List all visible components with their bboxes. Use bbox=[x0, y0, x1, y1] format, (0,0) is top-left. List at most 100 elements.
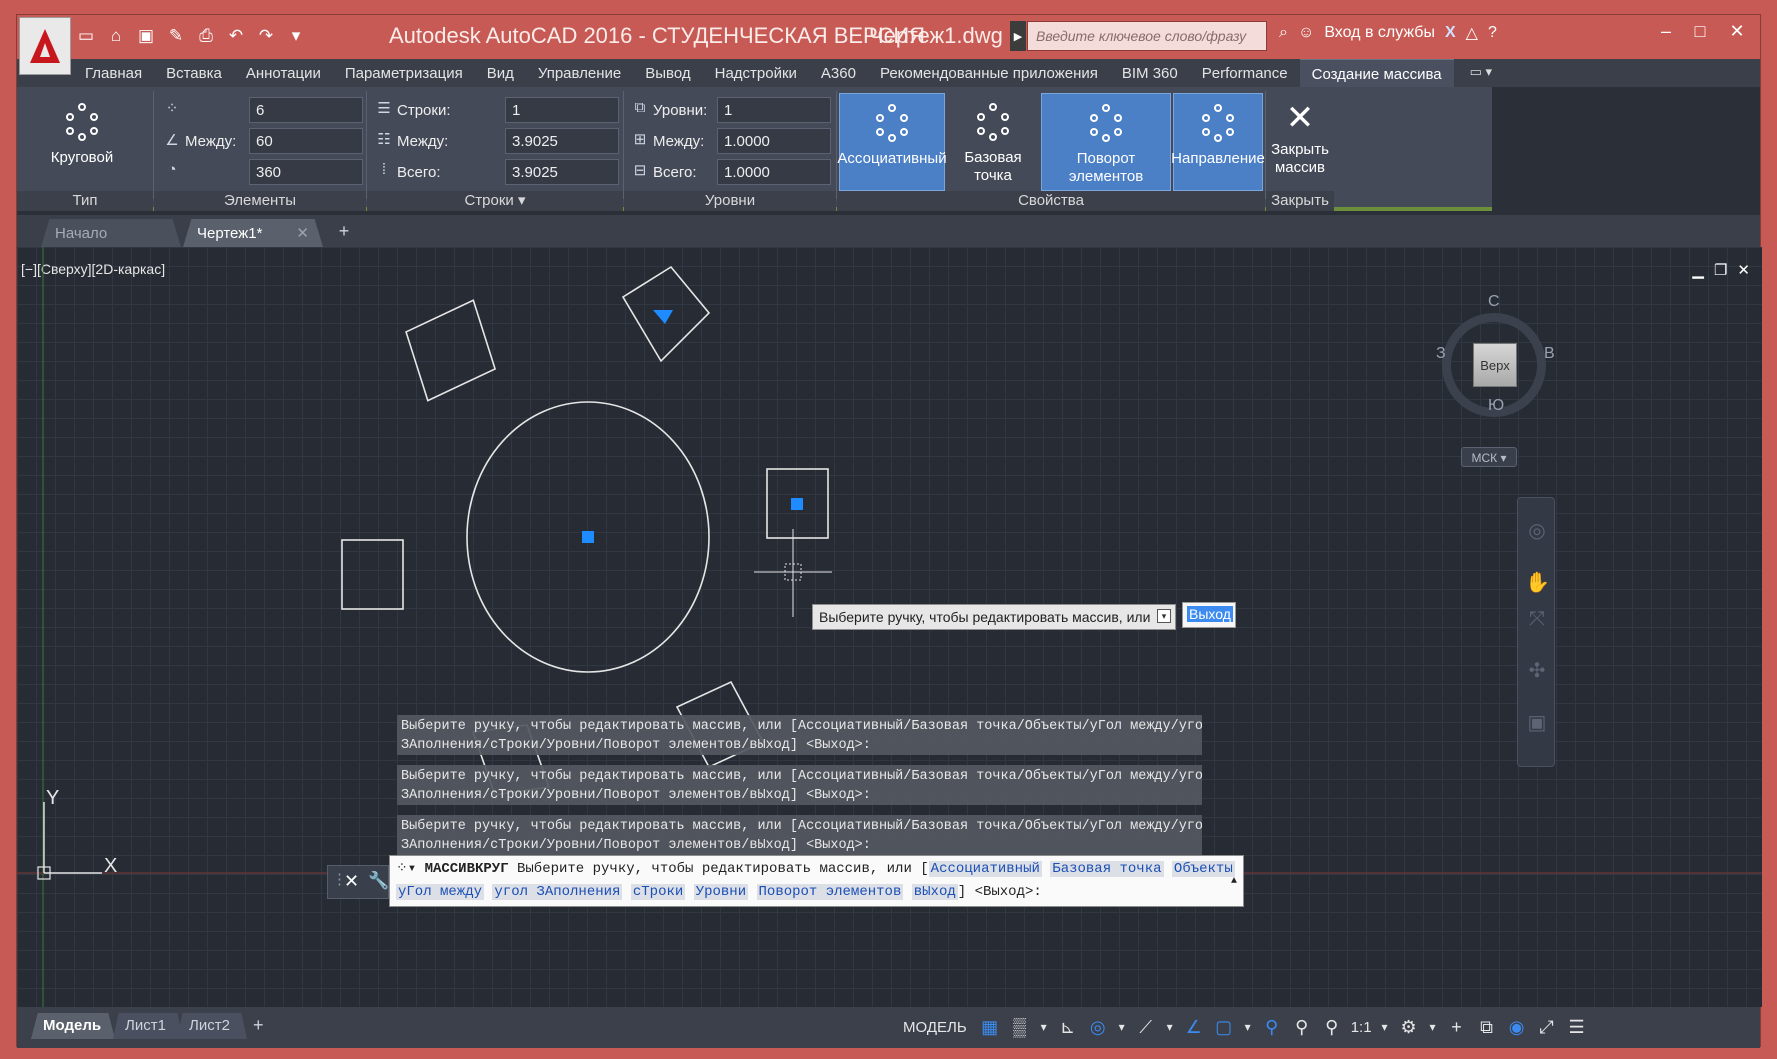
save-icon[interactable]: ▣ bbox=[133, 23, 159, 49]
customize-command-icon[interactable]: 🔧 bbox=[368, 871, 389, 891]
chevron-down-icon[interactable]: ▾ bbox=[1163, 1013, 1177, 1041]
tab-drawing1[interactable]: Чертеж1* ✕ bbox=[183, 219, 323, 247]
save-as-icon[interactable]: ✎ bbox=[163, 23, 189, 49]
application-menu-button[interactable] bbox=[19, 17, 71, 75]
search-expand-icon[interactable]: ▶ bbox=[1010, 21, 1026, 51]
rotate-items-button[interactable]: Поворот элементов bbox=[1041, 93, 1171, 191]
minimize-icon[interactable]: – bbox=[1649, 21, 1683, 47]
rows-between-input[interactable] bbox=[505, 128, 619, 154]
exchange-icon[interactable]: X bbox=[1445, 24, 1456, 42]
ribbon-tab[interactable]: Главная bbox=[73, 62, 154, 85]
tab-start[interactable]: Начало bbox=[41, 219, 181, 247]
help-icon[interactable]: ? bbox=[1488, 24, 1497, 42]
option-objects[interactable]: Объекты bbox=[1171, 861, 1235, 877]
print-icon[interactable]: ⎙ bbox=[193, 23, 219, 49]
ribbon-tab[interactable]: A360 bbox=[809, 62, 868, 85]
sign-in-link[interactable]: Вход в службы bbox=[1324, 24, 1435, 42]
close-command-icon[interactable]: ✕ bbox=[344, 871, 359, 892]
clean-screen-icon[interactable]: ⤢ bbox=[1534, 1013, 1560, 1041]
ribbon-tab[interactable]: Аннотации bbox=[234, 62, 333, 85]
scale-button[interactable]: 1:1 bbox=[1349, 1019, 1374, 1036]
associative-button[interactable]: Ассоциативный bbox=[837, 93, 947, 191]
close-window-icon[interactable]: ✕ bbox=[1720, 21, 1754, 47]
option-angle-between[interactable]: уГол между bbox=[396, 884, 485, 900]
close-array-button[interactable]: ✕ Закрыть массив bbox=[1267, 93, 1333, 191]
units-icon[interactable]: ⧉ bbox=[1474, 1013, 1500, 1041]
chevron-down-icon[interactable]: ▾ bbox=[1378, 1013, 1392, 1041]
chevron-down-icon[interactable]: ▾ bbox=[1241, 1013, 1255, 1041]
grid-icon[interactable]: ▦ bbox=[977, 1013, 1003, 1041]
tab-layout1[interactable]: Лист1 bbox=[113, 1013, 183, 1039]
wcs-menu[interactable]: МСК ▾ bbox=[1461, 447, 1517, 467]
add-layout-icon[interactable]: + bbox=[253, 1015, 264, 1036]
open-icon[interactable]: ⌂ bbox=[103, 23, 129, 49]
rows-panel-title[interactable]: Строки ▾ bbox=[367, 191, 623, 211]
rows-total-input[interactable] bbox=[505, 159, 619, 185]
levels-total-input[interactable] bbox=[717, 159, 831, 185]
zoom-icon[interactable]: ⤧ bbox=[1525, 608, 1549, 632]
fill-angle-input[interactable] bbox=[249, 159, 363, 185]
history-toggle-icon[interactable]: ▲ bbox=[1231, 870, 1237, 893]
undo-icon[interactable]: ↶ bbox=[223, 23, 249, 49]
annotation-scale-icon[interactable]: ⚲ bbox=[1319, 1013, 1345, 1041]
steering-wheel-icon[interactable]: ◎ bbox=[1525, 518, 1549, 542]
maximize-icon[interactable]: □ bbox=[1683, 21, 1717, 47]
levels-between-input[interactable] bbox=[717, 128, 831, 154]
workspace-gear-icon[interactable]: ⚙ bbox=[1396, 1013, 1422, 1041]
search-input[interactable]: Введите ключевое слово/фразу bbox=[1027, 21, 1267, 51]
auto-scale-icon[interactable]: ⚲ bbox=[1289, 1013, 1315, 1041]
base-point-button[interactable]: Базовая точка bbox=[947, 93, 1039, 191]
option-levels[interactable]: Уровни bbox=[693, 884, 749, 900]
option-base-point[interactable]: Базовая точка bbox=[1050, 861, 1164, 877]
ribbon-tab[interactable]: Рекомендованные приложения bbox=[868, 62, 1110, 85]
option-exit[interactable]: вЫход bbox=[911, 884, 958, 900]
tab-layout2[interactable]: Лист2 bbox=[177, 1013, 247, 1039]
chevron-down-icon[interactable]: ▾ bbox=[1037, 1013, 1051, 1041]
tab-array-creation[interactable]: Создание массива bbox=[1299, 59, 1454, 87]
ribbon-tab[interactable]: Вид bbox=[475, 62, 526, 85]
viewcube[interactable]: Верх С Ю З В bbox=[1432, 293, 1562, 443]
ribbon-tab[interactable]: Performance bbox=[1190, 62, 1300, 85]
ribbon-tab[interactable]: Надстройки bbox=[703, 62, 809, 85]
ribbon-tab[interactable]: Вывод bbox=[633, 62, 702, 85]
customize-icon[interactable]: ▾ bbox=[283, 23, 309, 49]
ribbon-tab[interactable]: Параметризация bbox=[333, 62, 475, 85]
showmotion-icon[interactable]: ▣ bbox=[1525, 710, 1549, 734]
option-associative[interactable]: Ассоциативный bbox=[928, 861, 1042, 877]
object-snap-tracking-icon[interactable]: ∠ bbox=[1181, 1013, 1207, 1041]
rows-input[interactable] bbox=[505, 97, 619, 123]
new-icon[interactable]: ▭ bbox=[73, 23, 99, 49]
annotation-monitor-icon[interactable]: + bbox=[1444, 1013, 1470, 1041]
exit-option-input[interactable]: Выход bbox=[1182, 602, 1236, 628]
annotation-visibility-icon[interactable]: ⚲ bbox=[1259, 1013, 1285, 1041]
customization-menu-icon[interactable]: ☰ bbox=[1564, 1013, 1590, 1041]
chevron-down-icon[interactable]: ▾ bbox=[1115, 1013, 1129, 1041]
model-space-button[interactable]: МОДЕЛЬ bbox=[897, 1019, 973, 1036]
ribbon-tab[interactable]: BIM 360 bbox=[1110, 62, 1190, 85]
polar-tracking-icon[interactable]: ◎ bbox=[1085, 1013, 1111, 1041]
compass-north[interactable]: С bbox=[1488, 293, 1500, 311]
option-fill-angle[interactable]: угол ЗАполнения bbox=[492, 884, 623, 900]
compass-west[interactable]: З bbox=[1436, 345, 1446, 363]
items-between-input[interactable] bbox=[249, 128, 363, 154]
compass-east[interactable]: В bbox=[1544, 345, 1555, 363]
tab-model[interactable]: Модель bbox=[31, 1013, 115, 1039]
chevron-down-icon[interactable]: ▾ bbox=[1426, 1013, 1440, 1041]
command-line-handle[interactable]: ⋮ ✕ 🔧 bbox=[327, 865, 389, 899]
viewcube-top-face[interactable]: Верх bbox=[1473, 343, 1517, 387]
close-tab-icon[interactable]: ✕ bbox=[296, 224, 309, 242]
prompt-options-icon[interactable]: ▾ bbox=[1157, 609, 1171, 623]
isodraft-icon[interactable]: ⟋ bbox=[1133, 1013, 1159, 1041]
orbit-icon[interactable]: ✣ bbox=[1525, 658, 1549, 682]
ortho-icon[interactable]: ⊾ bbox=[1055, 1013, 1081, 1041]
ribbon-display-options-icon[interactable]: ▭ ▾ bbox=[1470, 64, 1510, 82]
levels-input[interactable] bbox=[717, 97, 831, 123]
ribbon-tab[interactable]: Управление bbox=[526, 62, 633, 85]
isolate-objects-icon[interactable]: ◉ bbox=[1504, 1013, 1530, 1041]
option-rotate-items[interactable]: Поворот элементов bbox=[756, 884, 904, 900]
command-input[interactable]: ⁘▾ МАССИВКРУГ Выберите ручку, чтобы реда… bbox=[389, 855, 1244, 907]
object-snap-icon[interactable]: ▢ bbox=[1211, 1013, 1237, 1041]
ribbon-tab[interactable]: Вставка bbox=[154, 62, 234, 85]
pan-icon[interactable]: ✋ bbox=[1525, 570, 1550, 594]
autodesk-icon[interactable]: △ bbox=[1466, 23, 1478, 43]
